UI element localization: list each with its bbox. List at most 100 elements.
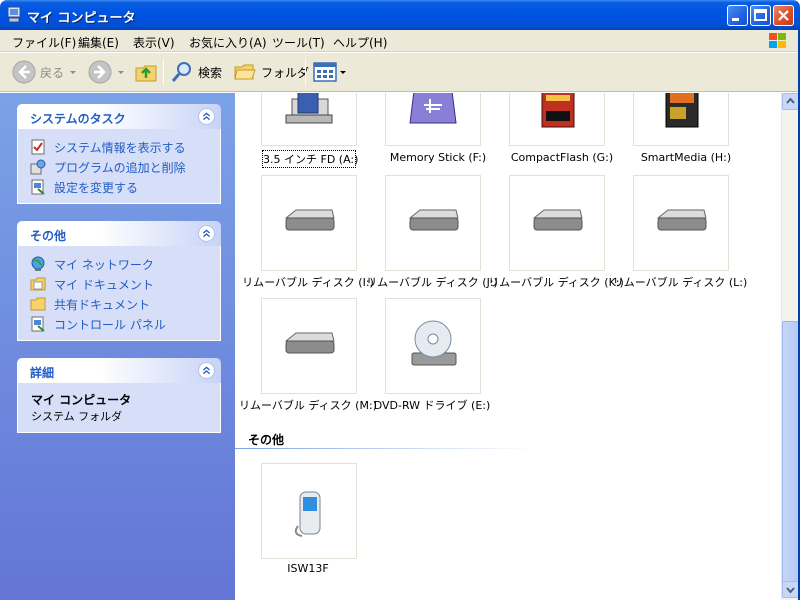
forward-button[interactable] — [88, 58, 124, 86]
search-label: 検索 — [198, 65, 223, 80]
menu-edit[interactable]: 編集(E) — [78, 34, 119, 51]
maximize-button[interactable] — [750, 5, 771, 26]
details-body: マイ コンピュータ システム フォルダ — [17, 383, 221, 433]
add-remove-programs-icon — [30, 159, 46, 175]
removable-disk-icon — [284, 332, 335, 354]
shared-folder-icon — [30, 297, 46, 311]
up-folder-button[interactable] — [134, 58, 158, 86]
item-label: DVD-RW ドライブ (E:) — [373, 399, 491, 412]
search-button[interactable]: 検索 — [170, 58, 222, 86]
folders-button[interactable]: フォルダ — [233, 58, 309, 86]
details-header[interactable]: 詳細 — [17, 358, 221, 383]
details-type: システム フォルダ — [31, 410, 123, 423]
item-thumbnail — [385, 298, 481, 394]
control-panel-icon — [31, 316, 45, 332]
collapse-chevron-icon[interactable] — [198, 225, 215, 242]
collapse-chevron-icon[interactable] — [198, 108, 215, 125]
details-panel: 詳細 マイ コンピュータ システム フォルダ — [17, 358, 221, 433]
scroll-down-icon — [786, 587, 795, 594]
minimize-icon — [732, 18, 739, 21]
search-icon — [171, 62, 191, 82]
item-thumbnail — [509, 175, 605, 271]
scroll-up-button[interactable] — [782, 93, 799, 110]
back-dropdown-icon[interactable] — [70, 70, 77, 74]
system-tasks-header[interactable]: システムのタスク — [17, 104, 221, 129]
task-label: マイ ネットワーク — [54, 257, 154, 272]
task-label: マイ ドキュメント — [54, 277, 154, 292]
scroll-down-button[interactable] — [782, 581, 799, 598]
item-thumbnail — [509, 93, 605, 146]
removable-disk-icon — [284, 209, 335, 231]
link-my-documents[interactable]: マイ ドキュメント — [30, 274, 220, 294]
back-arrow-icon — [12, 60, 36, 84]
menu-file[interactable]: ファイル(F) — [12, 34, 76, 51]
back-label: 戻る — [40, 65, 65, 80]
task-view-system-info[interactable]: システム情報を表示する — [30, 137, 220, 157]
scroll-thumb[interactable] — [782, 321, 799, 589]
item-label: 3.5 インチ FD (A:) — [262, 150, 359, 168]
item-thumbnail — [261, 93, 357, 146]
system-info-icon — [31, 139, 45, 155]
task-label: 共有ドキュメント — [54, 297, 151, 312]
change-settings-icon — [31, 179, 45, 195]
other-places-body: マイ ネットワーク マイ ドキュメント 共有ドキュメント コントロール パネル — [17, 246, 221, 341]
toolbar-separator — [305, 59, 306, 85]
item-label: リムーバブル ディスク (L:) — [612, 276, 748, 289]
close-button[interactable] — [773, 5, 794, 26]
views-button[interactable] — [313, 58, 346, 86]
item-thumbnail — [261, 298, 357, 394]
forward-arrow-icon — [88, 60, 112, 84]
network-globe-icon — [31, 256, 45, 271]
item-thumbnail — [633, 175, 729, 271]
folders-icon — [234, 64, 256, 80]
removable-disk-icon — [656, 209, 707, 231]
link-shared-documents[interactable]: 共有ドキュメント — [30, 294, 220, 314]
item-label: SmartMedia (H:) — [640, 151, 732, 164]
item-label: ISW13F — [287, 562, 329, 575]
task-label: プログラムの追加と削除 — [54, 160, 186, 175]
task-pane: システムのタスク システム情報を表示する プログラムの追加と削除 設定を変更する… — [0, 93, 235, 600]
item-thumbnail — [385, 175, 481, 271]
item-thumbnail — [261, 175, 357, 271]
file-view: 3.5 インチ FD (A:) Memory Stick (F:) Compac… — [235, 93, 781, 600]
system-tasks-body: システム情報を表示する プログラムの追加と削除 設定を変更する — [17, 129, 221, 204]
views-dropdown-icon[interactable] — [340, 70, 346, 74]
title-bar[interactable]: マイ コンピュータ — [0, 0, 800, 30]
memory-stick-icon — [409, 93, 457, 124]
compactflash-icon — [541, 93, 575, 128]
system-tasks-title: システムのタスク — [30, 112, 126, 126]
collapse-chevron-icon[interactable] — [198, 362, 215, 379]
phone-device-icon — [294, 491, 321, 537]
menu-view[interactable]: 表示(V) — [133, 34, 175, 51]
item-thumbnail — [261, 463, 357, 559]
task-label: システム情報を表示する — [54, 140, 186, 155]
menu-bar: ファイル(F) 編集(E) 表示(V) お気に入り(A) ツール(T) ヘルプ(… — [0, 30, 800, 52]
link-my-network[interactable]: マイ ネットワーク — [30, 254, 220, 274]
dvd-drive-icon — [411, 320, 457, 366]
windows-logo-icon — [769, 33, 786, 48]
link-control-panel[interactable]: コントロール パネル — [30, 314, 220, 334]
other-places-header[interactable]: その他 — [17, 221, 221, 246]
back-button[interactable]: 戻る — [12, 58, 77, 86]
my-computer-icon — [7, 6, 21, 23]
details-title: 詳細 — [30, 366, 55, 380]
menu-help[interactable]: ヘルプ(H) — [333, 34, 387, 51]
task-change-settings[interactable]: 設定を変更する — [30, 177, 220, 197]
task-add-remove-programs[interactable]: プログラムの追加と削除 — [30, 157, 220, 177]
other-places-title: その他 — [30, 229, 67, 243]
menu-tools[interactable]: ツール(T) — [272, 34, 325, 51]
menu-favorites[interactable]: お気に入り(A) — [189, 34, 267, 51]
item-thumbnail — [385, 93, 481, 146]
vertical-scrollbar[interactable] — [781, 93, 799, 600]
group-divider — [235, 448, 535, 449]
minimize-button[interactable] — [727, 5, 748, 26]
smartmedia-icon — [665, 93, 699, 128]
removable-disk-icon — [408, 209, 459, 231]
details-name: マイ コンピュータ — [31, 393, 132, 407]
item-thumbnail — [633, 93, 729, 146]
toolbar-separator — [163, 59, 164, 85]
toolbar: 戻る 検索 フォルダ — [0, 53, 800, 92]
views-icon — [313, 62, 337, 82]
window-title: マイ コンピュータ — [27, 11, 136, 26]
forward-dropdown-icon[interactable] — [118, 70, 124, 74]
